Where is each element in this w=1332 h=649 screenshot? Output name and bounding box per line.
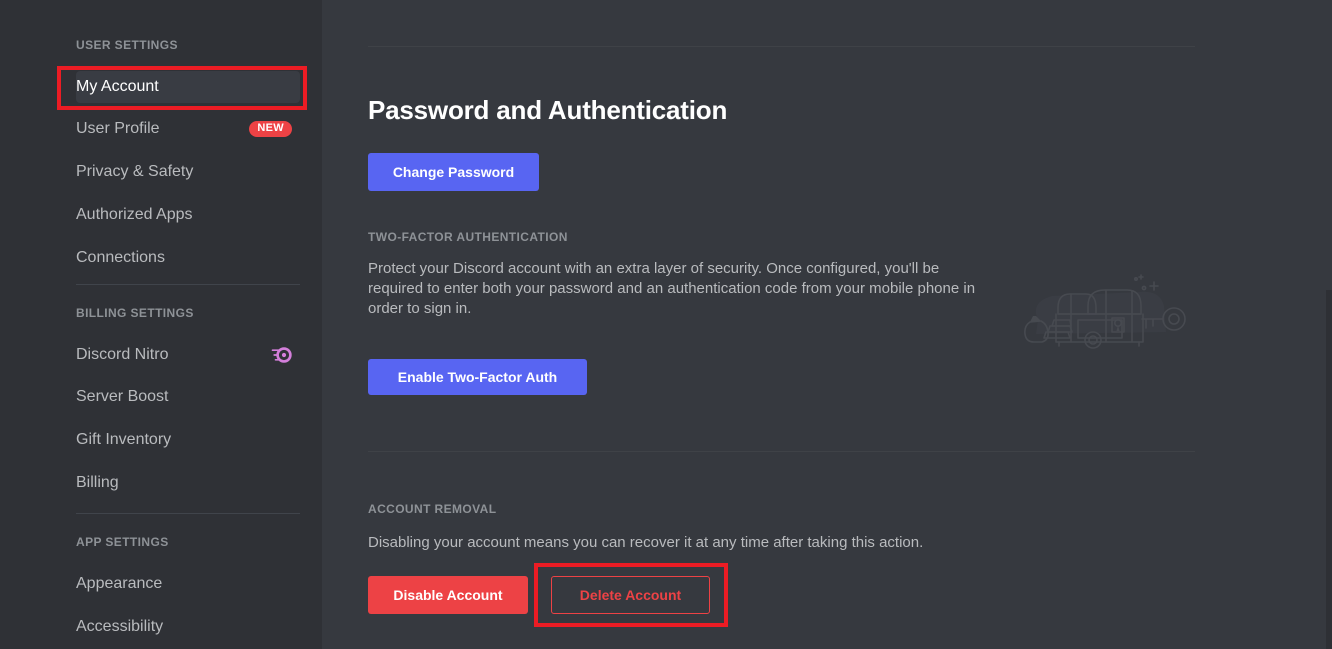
sidebar-item-appearance[interactable]: Appearance [76, 568, 300, 600]
treasure-chest-and-key-illustration [1024, 274, 1186, 349]
sidebar-item-accessibility[interactable]: Accessibility [76, 611, 300, 643]
sidebar-item-label: Connections [76, 249, 165, 266]
change-password-button[interactable]: Change Password [368, 153, 539, 191]
settings-content-panel: Password and Authentication Change Passw… [322, 0, 1332, 649]
sidebar-item-connections[interactable]: Connections [76, 242, 300, 274]
content-top-divider [368, 46, 1195, 47]
two-factor-section-label: TWO-FACTOR AUTHENTICATION [368, 230, 568, 244]
page-title: Password and Authentication [368, 95, 728, 125]
sidebar-item-label: Billing [76, 474, 119, 491]
sidebar-item-label: Discord Nitro [76, 346, 169, 363]
sidebar-item-label: Authorized Apps [76, 206, 193, 223]
sidebar-item-discord-nitro[interactable]: Discord Nitro [76, 339, 300, 371]
sidebar-scroll-area[interactable]: USER SETTINGS My Account User Profile NEW Pr… [0, 0, 322, 649]
sidebar-item-label: User Profile [76, 120, 160, 137]
sidebar-item-user-profile[interactable]: User Profile NEW [76, 113, 300, 145]
content-scrollbar[interactable] [1326, 290, 1332, 649]
sidebar-item-privacy-safety[interactable]: Privacy & Safety [76, 156, 300, 188]
sidebar-item-authorized-apps[interactable]: Authorized Apps [76, 199, 300, 231]
sidebar-item-label: Server Boost [76, 388, 169, 405]
delete-account-button[interactable]: Delete Account [551, 576, 710, 614]
account-removal-section-label: ACCOUNT REMOVAL [368, 502, 497, 516]
nitro-boost-icon [270, 346, 292, 364]
new-badge: NEW [249, 121, 292, 137]
sidebar-item-label: My Account [76, 78, 159, 95]
account-removal-description: Disabling your account means you can rec… [368, 534, 924, 551]
discord-user-settings-window: USER SETTINGS My Account User Profile NEW Pr… [0, 0, 1332, 649]
sidebar-item-gift-inventory[interactable]: Gift Inventory [76, 424, 300, 456]
disable-account-button[interactable]: Disable Account [368, 576, 528, 614]
sidebar-section-header: BILLING SETTINGS [76, 306, 194, 320]
two-factor-description: Protect your Discord account with an ext… [368, 260, 976, 317]
content-mid-divider [368, 451, 1195, 452]
sidebar-section-header: USER SETTINGS [76, 38, 178, 52]
sidebar-item-label: Accessibility [76, 618, 164, 635]
enable-two-factor-auth-button[interactable]: Enable Two-Factor Auth [368, 359, 587, 395]
sidebar-item-billing[interactable]: Billing [76, 467, 300, 499]
sidebar-divider [76, 513, 300, 514]
sidebar-divider [76, 284, 300, 285]
sidebar-item-my-account[interactable]: My Account [76, 71, 300, 103]
sidebar-section-header: APP SETTINGS [76, 535, 169, 549]
sidebar-item-label: Appearance [76, 575, 163, 592]
settings-sidebar: USER SETTINGS My Account User Profile NEW Pr… [0, 0, 322, 649]
sidebar-item-server-boost[interactable]: Server Boost [76, 381, 300, 413]
sidebar-item-label: Gift Inventory [76, 431, 172, 448]
sidebar-item-label: Privacy & Safety [76, 163, 194, 180]
